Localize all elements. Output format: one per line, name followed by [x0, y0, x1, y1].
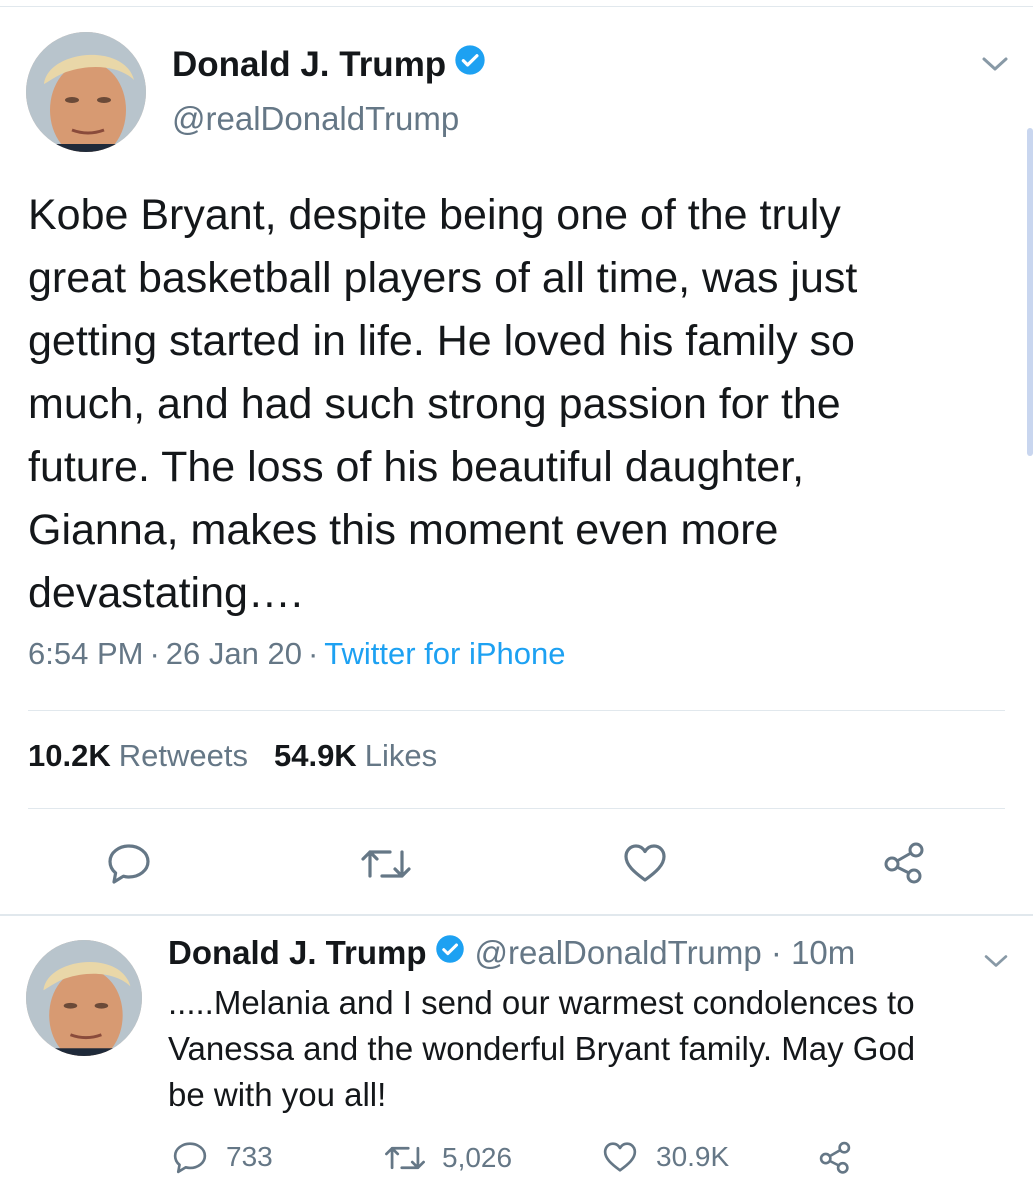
retweet-button[interactable] [360, 846, 412, 882]
like-button[interactable] [622, 842, 668, 884]
reply-button[interactable]: 733 [172, 1140, 273, 1174]
author-name-text: Donald J. Trump [172, 44, 447, 84]
reply-handle-time[interactable]: @realDonaldTrump · 10m [475, 934, 856, 972]
reply-count: 733 [226, 1141, 273, 1172]
like-icon [603, 1142, 637, 1172]
engagement-stats: 10.2K Retweets 54.9K Likes [28, 738, 437, 774]
share-icon [819, 1141, 851, 1174]
avatar[interactable] [26, 32, 146, 152]
reply-icon [108, 844, 150, 884]
reply-avatar[interactable] [26, 940, 142, 1056]
retweet-icon [361, 850, 411, 878]
reply-icon [173, 1142, 207, 1174]
chevron-down-icon[interactable] [982, 952, 1010, 975]
top-divider [0, 6, 1033, 7]
retweet-button[interactable]: 5,026 [384, 1142, 512, 1174]
like-button[interactable]: 30.9K [602, 1140, 729, 1174]
tweet-text: Kobe Bryant, despite being one of the tr… [28, 191, 858, 617]
likes-stat[interactable]: 54.9K Likes [274, 738, 437, 773]
divider [28, 710, 1005, 711]
retweets-label: Retweets [118, 738, 248, 773]
tweet-separator [0, 914, 1033, 916]
avatar-photo [26, 940, 142, 1056]
reply-header: Donald J. Trump @realDonaldTrump · 10m [168, 934, 855, 972]
tweet-date[interactable]: 26 Jan 20 [166, 636, 302, 671]
like-icon [624, 844, 666, 882]
retweets-stat[interactable]: 10.2K Retweets [28, 738, 248, 773]
share-button[interactable] [818, 1140, 852, 1174]
likes-label: Likes [364, 738, 438, 773]
reply-tweet-text: .....Melania and I send our warmest cond… [168, 984, 916, 1113]
tweet-source-link[interactable]: Twitter for iPhone [324, 636, 565, 671]
author-handle[interactable]: @realDonaldTrump [172, 100, 459, 138]
reply-author-name[interactable]: Donald J. Trump [168, 934, 427, 972]
reply-button[interactable] [106, 842, 152, 884]
verified-badge-icon [454, 44, 486, 85]
tweet-time: 6:54 PM [28, 636, 144, 671]
retweets-count: 10.2K [28, 738, 111, 773]
verified-badge-icon [435, 934, 465, 972]
tweet-metadata: 6:54 PM · 26 Jan 20 · Twitter for iPhone [28, 636, 566, 671]
share-button[interactable] [882, 840, 926, 884]
share-icon [884, 842, 924, 884]
divider [28, 808, 1005, 809]
author-name[interactable]: Donald J. Trump [172, 44, 486, 85]
chevron-down-icon[interactable] [980, 54, 1010, 79]
avatar-photo [26, 32, 146, 152]
likes-count: 54.9K [273, 738, 357, 773]
retweet-count: 5,026 [442, 1142, 513, 1173]
retweet-icon [385, 1146, 425, 1170]
like-count: 30.9K [656, 1141, 730, 1172]
